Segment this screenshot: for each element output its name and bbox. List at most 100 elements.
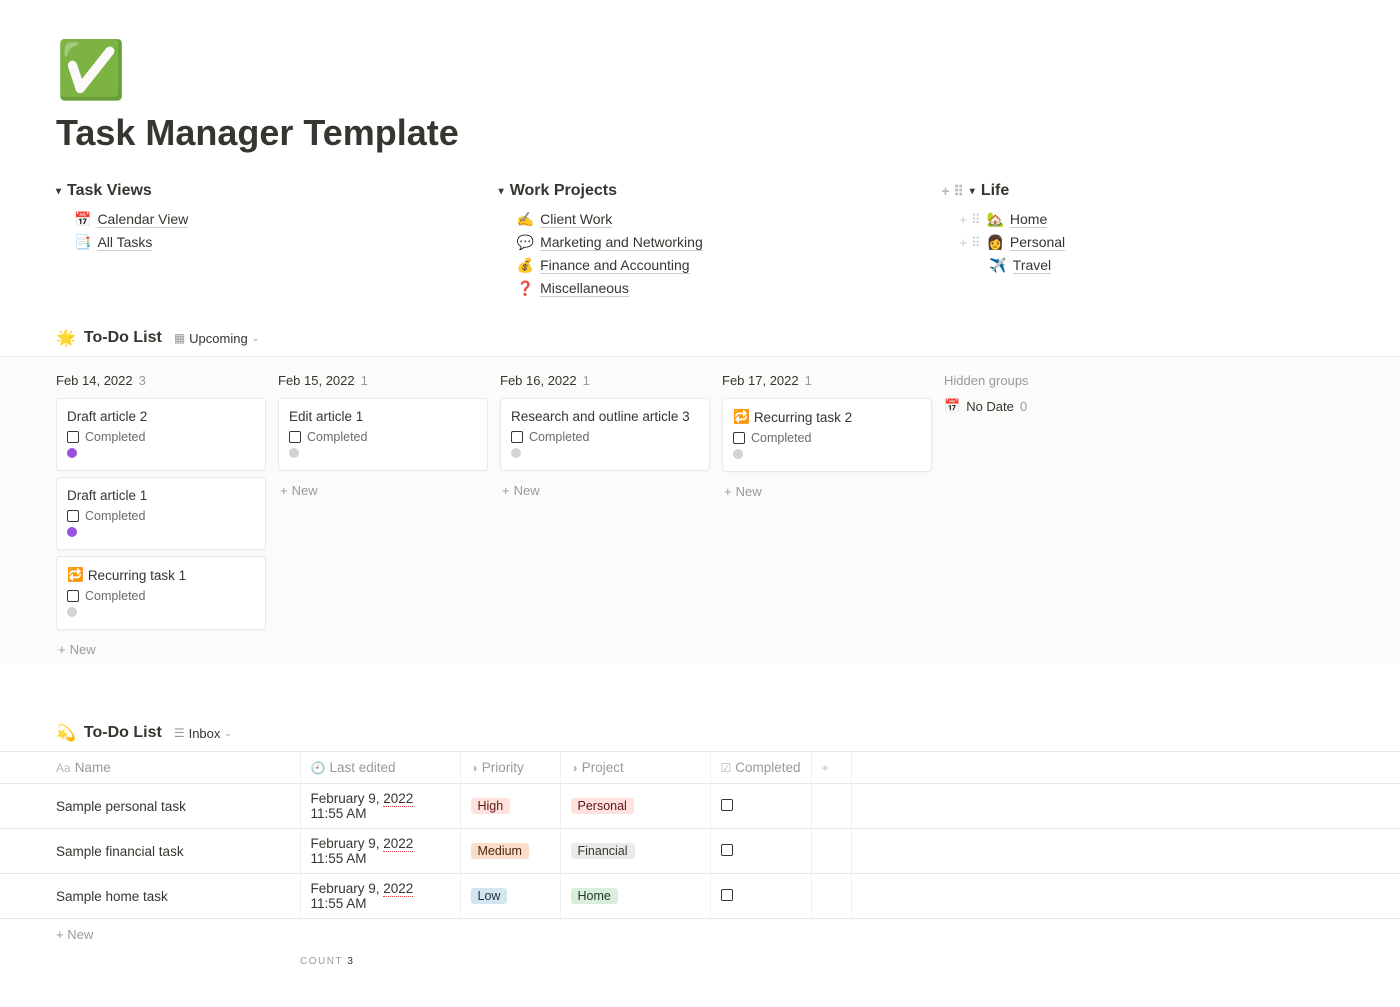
hidden-group-item[interactable]: 📅No Date0	[944, 398, 1104, 414]
plus-icon: +	[58, 642, 66, 657]
cell-priority[interactable]: High	[460, 784, 560, 829]
table-row[interactable]: Sample personal taskFebruary 9, 2022 11:…	[0, 784, 1400, 829]
link-client-work[interactable]: ✍️ Client Work	[517, 208, 902, 231]
hidden-group-label: No Date	[966, 399, 1014, 414]
add-icon[interactable]: +	[941, 183, 949, 200]
new-card-button[interactable]: +New	[500, 477, 710, 504]
link-label: Home	[1010, 211, 1047, 228]
checkbox-icon[interactable]	[733, 432, 745, 444]
house-icon: 🏡	[986, 211, 1003, 228]
new-card-button[interactable]: +New	[722, 478, 932, 505]
select-icon: ◑	[571, 761, 578, 775]
hidden-group-count: 0	[1020, 399, 1027, 414]
section-header: Life	[981, 182, 1009, 200]
table-view-icon: ☰	[174, 726, 185, 740]
board-card[interactable]: Edit article 1Completed	[278, 398, 488, 471]
priority-dot-icon	[67, 607, 77, 617]
cell-name[interactable]: Sample home task	[0, 874, 300, 919]
link-travel[interactable]: ✈️ Travel	[959, 254, 1344, 277]
board-card[interactable]: Draft article 2Completed	[56, 398, 266, 471]
drag-handle-icon[interactable]: ⠿	[954, 183, 964, 200]
cell-completed[interactable]	[710, 784, 811, 829]
caret-down-icon: ▾	[970, 186, 975, 197]
view-picker-inbox[interactable]: ☰ Inbox ⌄	[170, 724, 236, 743]
cell-project[interactable]: Home	[560, 874, 710, 919]
page-icon[interactable]: ✅	[56, 40, 116, 100]
cell-project[interactable]: Financial	[560, 829, 710, 874]
column-last-edited[interactable]: 🕘Last edited	[300, 752, 460, 784]
speech-icon: 💬	[517, 234, 534, 251]
cell-priority[interactable]: Low	[460, 874, 560, 919]
view-picker-upcoming[interactable]: ▦ Upcoming ⌄	[170, 329, 263, 348]
link-misc[interactable]: ❓ Miscellaneous	[517, 277, 902, 300]
column-project[interactable]: ◑Project	[560, 752, 710, 784]
db-title[interactable]: To-Do List	[84, 329, 162, 347]
completed-label: Completed	[85, 430, 145, 444]
link-finance[interactable]: 💰 Finance and Accounting	[517, 254, 902, 277]
board-column-header[interactable]: Feb 17, 2022 1	[722, 367, 932, 398]
checkbox-icon[interactable]	[721, 889, 733, 901]
toggle-life[interactable]: + ⠿ ▾ Life	[941, 182, 1344, 200]
board-column-header[interactable]: Feb 15, 2022 1	[278, 367, 488, 398]
column-completed[interactable]: ☑Completed	[710, 752, 811, 784]
cell-project[interactable]: Personal	[560, 784, 710, 829]
board-card[interactable]: Research and outline article 3Completed	[500, 398, 710, 471]
new-card-button[interactable]: +New	[278, 477, 488, 504]
toggle-work-projects[interactable]: ▾ Work Projects	[499, 182, 902, 200]
checkbox-icon[interactable]	[67, 431, 79, 443]
text-icon: Aa	[56, 761, 71, 775]
link-marketing[interactable]: 💬 Marketing and Networking	[517, 231, 902, 254]
page-title[interactable]: Task Manager Template	[56, 112, 1344, 154]
cell-priority[interactable]: Medium	[460, 829, 560, 874]
board-card[interactable]: 🔁Recurring task 2Completed	[722, 398, 932, 472]
table-row[interactable]: Sample financial taskFebruary 9, 2022 11…	[0, 829, 1400, 874]
new-row-button[interactable]: + New	[0, 919, 1400, 950]
caret-down-icon: ▾	[499, 186, 504, 197]
completed-label: Completed	[85, 509, 145, 523]
section-work-projects: ▾ Work Projects ✍️ Client Work 💬 Marketi…	[499, 182, 902, 300]
add-icon[interactable]: +	[959, 235, 967, 251]
column-priority[interactable]: ◑Priority	[460, 752, 560, 784]
hidden-groups-label: Hidden groups	[944, 367, 1104, 398]
checkbox-icon[interactable]	[67, 590, 79, 602]
tabs-icon: 📑	[74, 234, 91, 251]
project-tag: Home	[571, 888, 618, 904]
board-column: Feb 16, 2022 1Research and outline artic…	[500, 367, 710, 663]
cell-name[interactable]: Sample personal task	[0, 784, 300, 829]
checkbox-icon[interactable]	[721, 844, 733, 856]
link-label: Miscellaneous	[540, 280, 629, 297]
new-card-button[interactable]: +New	[56, 636, 266, 663]
cell-last-edited: February 9, 2022 11:55 AM	[300, 829, 460, 874]
link-home[interactable]: + ⠿ 🏡 Home	[959, 208, 1344, 231]
board-column-header[interactable]: Feb 14, 2022 3	[56, 367, 266, 398]
row-count: COUNT 3	[0, 950, 1400, 967]
board-card[interactable]: 🔁Recurring task 1Completed	[56, 556, 266, 630]
add-icon[interactable]: +	[959, 212, 967, 228]
drag-handle-icon[interactable]: ⠿	[971, 235, 981, 251]
toggle-task-views[interactable]: ▾ Task Views	[56, 182, 459, 200]
link-all-tasks[interactable]: 📑 All Tasks	[74, 231, 459, 254]
link-personal[interactable]: + ⠿ 👩 Personal	[959, 231, 1344, 254]
project-tag: Financial	[571, 843, 635, 859]
clock-icon: 🕘	[311, 761, 326, 775]
checkbox-icon[interactable]	[721, 799, 733, 811]
add-column-button[interactable]: +	[811, 752, 851, 784]
board-column-header[interactable]: Feb 16, 2022 1	[500, 367, 710, 398]
table-row[interactable]: Sample home taskFebruary 9, 2022 11:55 A…	[0, 874, 1400, 919]
checkbox-icon[interactable]	[289, 431, 301, 443]
completed-label: Completed	[85, 589, 145, 603]
board-card[interactable]: Draft article 1Completed	[56, 477, 266, 550]
cell-completed[interactable]	[710, 874, 811, 919]
cell-completed[interactable]	[710, 829, 811, 874]
checkbox-icon[interactable]	[67, 510, 79, 522]
db-title[interactable]: To-Do List	[84, 724, 162, 742]
cell-name[interactable]: Sample financial task	[0, 829, 300, 874]
money-icon: 💰	[517, 257, 534, 274]
section-header: Task Views	[67, 182, 152, 200]
column-name[interactable]: AaName	[0, 752, 300, 784]
checkbox-icon[interactable]	[511, 431, 523, 443]
drag-handle-icon[interactable]: ⠿	[971, 212, 981, 228]
plus-icon: +	[724, 484, 732, 499]
select-icon: ◑	[471, 761, 478, 775]
link-calendar-view[interactable]: 📅 Calendar View	[74, 208, 459, 231]
